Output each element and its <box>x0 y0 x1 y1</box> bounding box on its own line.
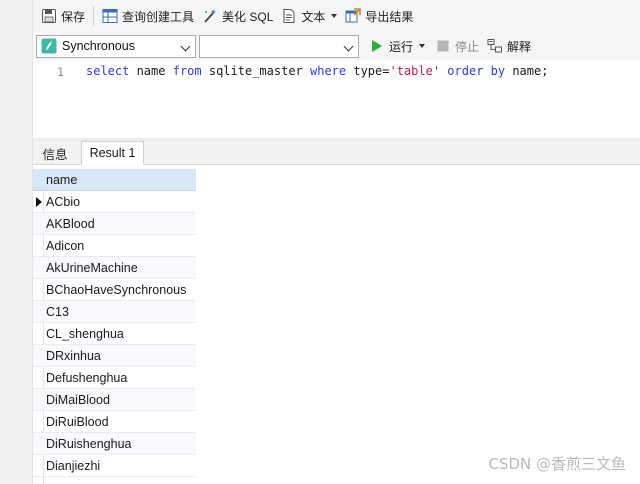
stop-label: 停止 <box>455 39 480 54</box>
chevron-down-icon <box>343 41 354 51</box>
cell-name: DiRuiBlood <box>46 414 109 429</box>
chevron-down-icon <box>180 41 191 51</box>
table-row[interactable]: DiRuishenghua <box>33 433 196 455</box>
sql-keyword-where: where <box>310 64 347 78</box>
explain-label: 解释 <box>507 39 532 54</box>
magic-wand-icon <box>202 8 218 24</box>
sqlite-connection-icon <box>41 38 57 54</box>
line-gutter: 1 <box>33 60 73 138</box>
sql-editor[interactable]: 1 select name from sqlite_master where t… <box>33 60 640 138</box>
save-button[interactable]: 保存 <box>37 4 89 28</box>
text-button[interactable]: 文本 <box>277 4 341 28</box>
chevron-down-icon[interactable] <box>419 44 426 48</box>
table-row[interactable]: DiMaiBlood <box>33 389 196 411</box>
cell-name: CL_shenghua <box>46 326 124 341</box>
query-builder-label: 查询创建工具 <box>122 9 195 24</box>
cell-name: AKBlood <box>46 216 95 231</box>
cell-name: Adicon <box>46 238 85 253</box>
table-row[interactable]: DRxinhua <box>33 345 196 367</box>
tab-result-1[interactable]: Result 1 <box>81 141 144 165</box>
tab-info[interactable]: 信息 <box>35 141 75 165</box>
connection-select[interactable]: Synchronous <box>36 34 196 58</box>
table-row[interactable]: BChaoHaveSynchronous <box>33 279 196 301</box>
line-number: 1 <box>57 65 64 79</box>
sql-identifier: name; <box>505 64 549 78</box>
query-builder-button[interactable]: 查询创建工具 <box>98 4 198 28</box>
chevron-down-icon[interactable] <box>331 14 338 18</box>
cell-name: ACbio <box>46 194 81 209</box>
toolbar-separator <box>93 6 95 26</box>
watermark: CSDN @香煎三文鱼 <box>488 455 626 473</box>
export-results-button[interactable]: 导出结果 <box>341 4 417 28</box>
result-tabs: 信息 Result 1 <box>33 141 640 165</box>
sql-keyword-select: select <box>86 64 130 78</box>
sql-keyword-order-by: order by <box>447 64 506 78</box>
main-toolbar: 保存 查询创建工具 美化 SQL 文本 导出结果 <box>33 0 640 32</box>
table-row[interactable]: Dianjiezhi <box>33 455 196 477</box>
table-row[interactable]: Defushenghua <box>33 367 196 389</box>
table-row[interactable]: C13 <box>33 301 196 323</box>
cell-name: BChaoHaveSynchronous <box>46 282 187 297</box>
cell-name: DiRuishenghua <box>46 436 132 451</box>
query-builder-icon <box>102 8 118 24</box>
beautify-sql-label: 美化 SQL <box>222 9 274 24</box>
beautify-sql-button[interactable]: 美化 SQL <box>198 4 277 28</box>
export-icon <box>345 8 362 24</box>
table-row[interactable]: DiRuiBlood <box>33 411 196 433</box>
sql-string-literal: 'table' <box>389 64 441 78</box>
current-row-arrow-icon <box>36 197 42 207</box>
explain-button[interactable]: 解释 <box>483 35 535 57</box>
sql-identifier: sqlite_master <box>201 64 310 78</box>
sql-identifier: name <box>129 64 173 78</box>
table-row[interactable]: CL_shenghua <box>33 323 196 345</box>
stop-icon <box>435 38 451 54</box>
connection-value: Synchronous <box>62 39 135 53</box>
sql-code-line[interactable]: select name from sqlite_master where typ… <box>86 64 548 78</box>
sql-keyword-from: from <box>172 64 202 78</box>
cell-name: Defushenghua <box>46 370 128 385</box>
table-row[interactable]: Adicon <box>33 235 196 257</box>
stop-button[interactable]: 停止 <box>431 35 483 57</box>
table-row[interactable]: ACbio <box>33 191 196 213</box>
run-label: 运行 <box>389 39 414 54</box>
table-row[interactable]: AkUrineMachine <box>33 257 196 279</box>
export-results-label: 导出结果 <box>365 9 414 24</box>
save-icon <box>41 8 57 24</box>
result-grid: name ACbio AKBlood Adicon AkUrineMachine… <box>33 169 196 477</box>
document-icon <box>281 8 297 24</box>
cell-name: Dianjiezhi <box>46 458 101 473</box>
table-row[interactable]: AKBlood <box>33 213 196 235</box>
column-header-name[interactable]: name <box>33 169 196 191</box>
play-icon <box>369 38 385 54</box>
database-select[interactable] <box>199 34 359 58</box>
left-panel-edge <box>0 0 33 484</box>
cell-name: DiMaiBlood <box>46 392 110 407</box>
run-bar: Synchronous 运行 停止 解释 <box>33 32 640 60</box>
save-label: 保存 <box>61 9 86 24</box>
cell-name: DRxinhua <box>46 348 101 363</box>
cell-name: C13 <box>46 304 69 319</box>
run-button[interactable]: 运行 <box>365 35 429 57</box>
sql-identifier: type= <box>346 64 390 78</box>
text-label: 文本 <box>301 9 326 24</box>
explain-icon <box>487 38 503 54</box>
cell-name: AkUrineMachine <box>46 260 138 275</box>
